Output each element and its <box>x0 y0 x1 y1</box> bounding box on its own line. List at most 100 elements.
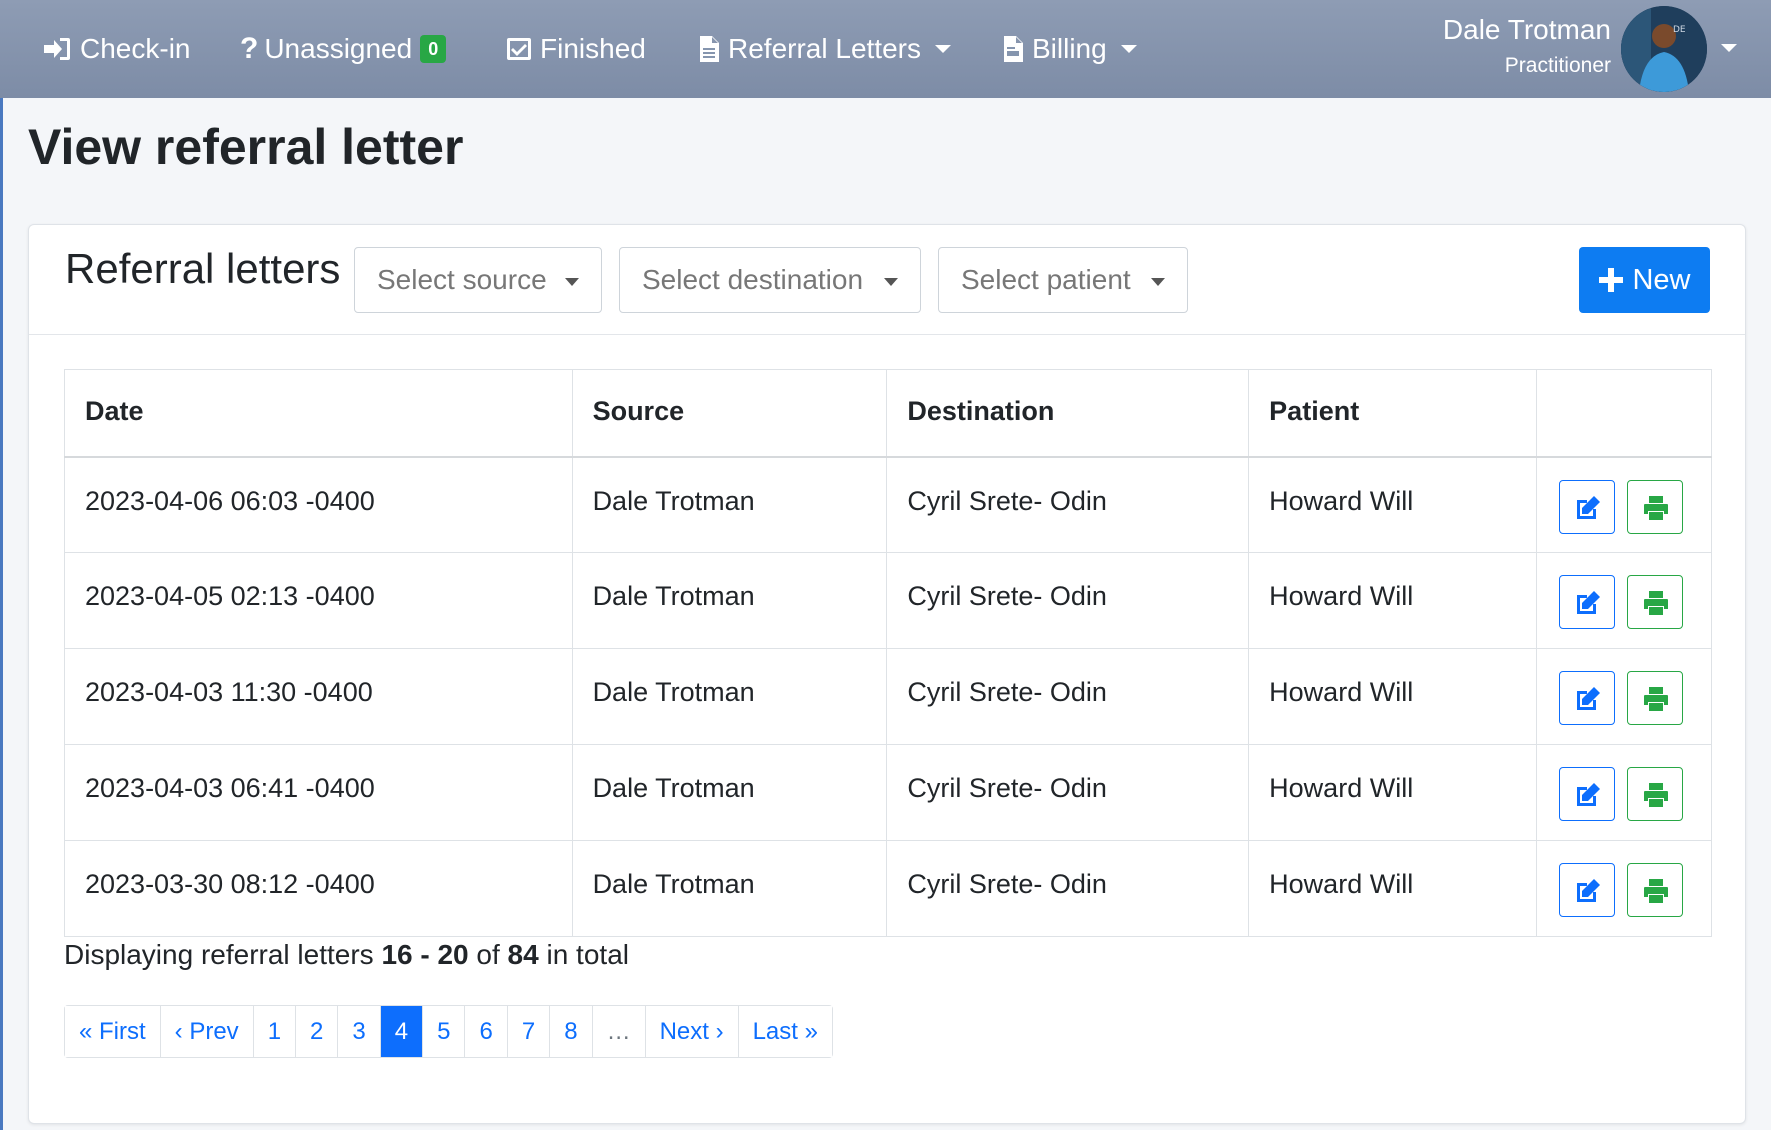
header-date[interactable]: Date <box>64 369 573 458</box>
cell-date: 2023-03-30 08:12 -0400 <box>64 840 573 937</box>
avatar[interactable]: DE <box>1621 6 1707 92</box>
svg-text:DE: DE <box>1673 25 1686 35</box>
page-2[interactable]: 2 <box>296 1006 339 1057</box>
chevron-down-icon <box>1120 45 1137 53</box>
nav-billing-dropdown[interactable]: Billing <box>1002 0 1137 98</box>
pagination: « First ‹ Prev 1 2 3 4 5 6 7 8 … Next › … <box>64 1005 833 1058</box>
page-prev[interactable]: ‹ Prev <box>160 1006 254 1057</box>
chevron-down-icon <box>565 278 579 286</box>
table-row: 2023-04-03 11:30 -0400 Dale Trotman Cyril … <box>64 648 1712 745</box>
check-square-icon <box>507 38 531 60</box>
edit-button[interactable] <box>1559 671 1615 725</box>
summary-total: 84 <box>507 939 539 970</box>
page-last[interactable]: Last » <box>738 1006 832 1057</box>
table-row: 2023-04-05 02:13 -0400 Dale Trotman Cyril … <box>64 552 1712 649</box>
patient-select[interactable]: Select patient <box>938 247 1188 313</box>
chevron-down-icon <box>1151 278 1165 286</box>
page-next[interactable]: Next › <box>645 1006 739 1057</box>
summary-of: of <box>476 939 500 970</box>
question-icon: ? <box>240 32 259 65</box>
nav-checkin-label: Check-in <box>80 33 191 64</box>
page-title: View referral letter <box>28 119 464 175</box>
page-1[interactable]: 1 <box>253 1006 297 1057</box>
nav-referral-letters-label: Referral Letters <box>728 33 921 64</box>
cell-source: Dale Trotman <box>571 648 888 745</box>
card-title: Referral letters <box>65 245 341 292</box>
print-icon <box>1644 687 1668 711</box>
plus-icon <box>1599 268 1624 292</box>
cell-patient: Howard Will <box>1248 648 1537 745</box>
cell-actions <box>1536 648 1712 745</box>
page-6[interactable]: 6 <box>465 1006 508 1057</box>
edit-icon <box>1577 687 1600 710</box>
summary-prefix: Displaying referral letters <box>64 939 374 970</box>
print-icon <box>1644 783 1668 807</box>
cell-actions <box>1536 840 1712 937</box>
table-header-row: Date Source Destination Patient <box>64 369 1712 458</box>
page-first[interactable]: « First <box>65 1006 161 1057</box>
invoice-icon <box>1004 36 1023 62</box>
page-3[interactable]: 3 <box>338 1006 381 1057</box>
referral-letters-card: Referral letters Select source Select de… <box>28 224 1746 1124</box>
user-menu-chevron-icon[interactable] <box>1721 44 1737 52</box>
table-row: 2023-03-30 08:12 -0400 Dale Trotman Cyril … <box>64 840 1712 937</box>
print-icon <box>1644 495 1668 520</box>
nav-finished-label: Finished <box>540 33 646 64</box>
nav-finished[interactable]: Finished <box>506 0 646 98</box>
nav-unassigned-label: Unassigned <box>264 33 413 64</box>
page-4[interactable]: 4 <box>380 1006 424 1057</box>
edit-button[interactable] <box>1559 575 1615 629</box>
cell-actions <box>1536 552 1712 649</box>
new-referral-button[interactable]: New <box>1579 247 1710 313</box>
print-button[interactable] <box>1627 863 1683 917</box>
edit-icon <box>1577 879 1600 902</box>
table-body: 2023-04-06 06:03 -0400 Dale Trotman Cyril … <box>64 456 1712 937</box>
unassigned-count-badge: 0 <box>420 35 447 63</box>
print-button[interactable] <box>1627 575 1683 629</box>
page-8[interactable]: 8 <box>550 1006 593 1057</box>
nav-unassigned[interactable]: ? Unassigned 0 <box>240 0 447 98</box>
page-5[interactable]: 5 <box>423 1006 466 1057</box>
edit-button[interactable] <box>1559 767 1615 821</box>
print-button[interactable] <box>1627 767 1683 821</box>
top-navbar: Check-in ? Unassigned 0 Finished Referra… <box>0 0 1771 98</box>
cell-actions <box>1536 744 1712 841</box>
chevron-down-icon <box>884 278 898 286</box>
print-button[interactable] <box>1627 479 1683 534</box>
user-menu[interactable]: Dale Trotman Practitioner <box>1443 10 1611 82</box>
cell-destination: Cyril Srete- Odin <box>886 840 1250 937</box>
header-patient[interactable]: Patient <box>1248 369 1537 458</box>
cell-source: Dale Trotman <box>571 456 888 553</box>
nav-billing-label: Billing <box>1032 33 1107 64</box>
edit-icon <box>1577 591 1600 614</box>
new-button-label: New <box>1632 263 1691 296</box>
cell-date: 2023-04-03 06:41 -0400 <box>64 744 573 841</box>
header-destination[interactable]: Destination <box>886 369 1250 458</box>
edit-icon <box>1577 783 1600 806</box>
cell-date: 2023-04-03 11:30 -0400 <box>64 648 573 745</box>
file-text-icon <box>700 36 719 62</box>
cell-actions <box>1536 456 1712 553</box>
cell-destination: Cyril Srete- Odin <box>886 456 1250 553</box>
page-7[interactable]: 7 <box>507 1006 551 1057</box>
destination-select[interactable]: Select destination <box>619 247 921 313</box>
nav-checkin[interactable]: Check-in <box>42 0 190 98</box>
cell-destination: Cyril Srete- Odin <box>886 552 1250 649</box>
cell-date: 2023-04-06 06:03 -0400 <box>64 456 573 553</box>
summary-range: 16 - 20 <box>381 939 469 970</box>
source-select[interactable]: Select source <box>354 247 602 313</box>
header-source[interactable]: Source <box>571 369 888 458</box>
patient-select-placeholder: Select patient <box>961 264 1131 295</box>
destination-select-placeholder: Select destination <box>642 264 864 295</box>
results-summary: Displaying referral letters 16 - 20 of 8… <box>64 939 629 971</box>
cell-patient: Howard Will <box>1248 552 1537 649</box>
page-gap: … <box>592 1006 646 1057</box>
print-button[interactable] <box>1627 671 1683 725</box>
nav-referral-letters-dropdown[interactable]: Referral Letters <box>698 0 951 98</box>
edit-button[interactable] <box>1559 863 1615 917</box>
left-edge-accent <box>0 0 3 1130</box>
edit-button[interactable] <box>1559 479 1615 534</box>
cell-destination: Cyril Srete- Odin <box>886 744 1250 841</box>
edit-icon <box>1577 495 1600 519</box>
table-row: 2023-04-06 06:03 -0400 Dale Trotman Cyril … <box>64 456 1712 553</box>
